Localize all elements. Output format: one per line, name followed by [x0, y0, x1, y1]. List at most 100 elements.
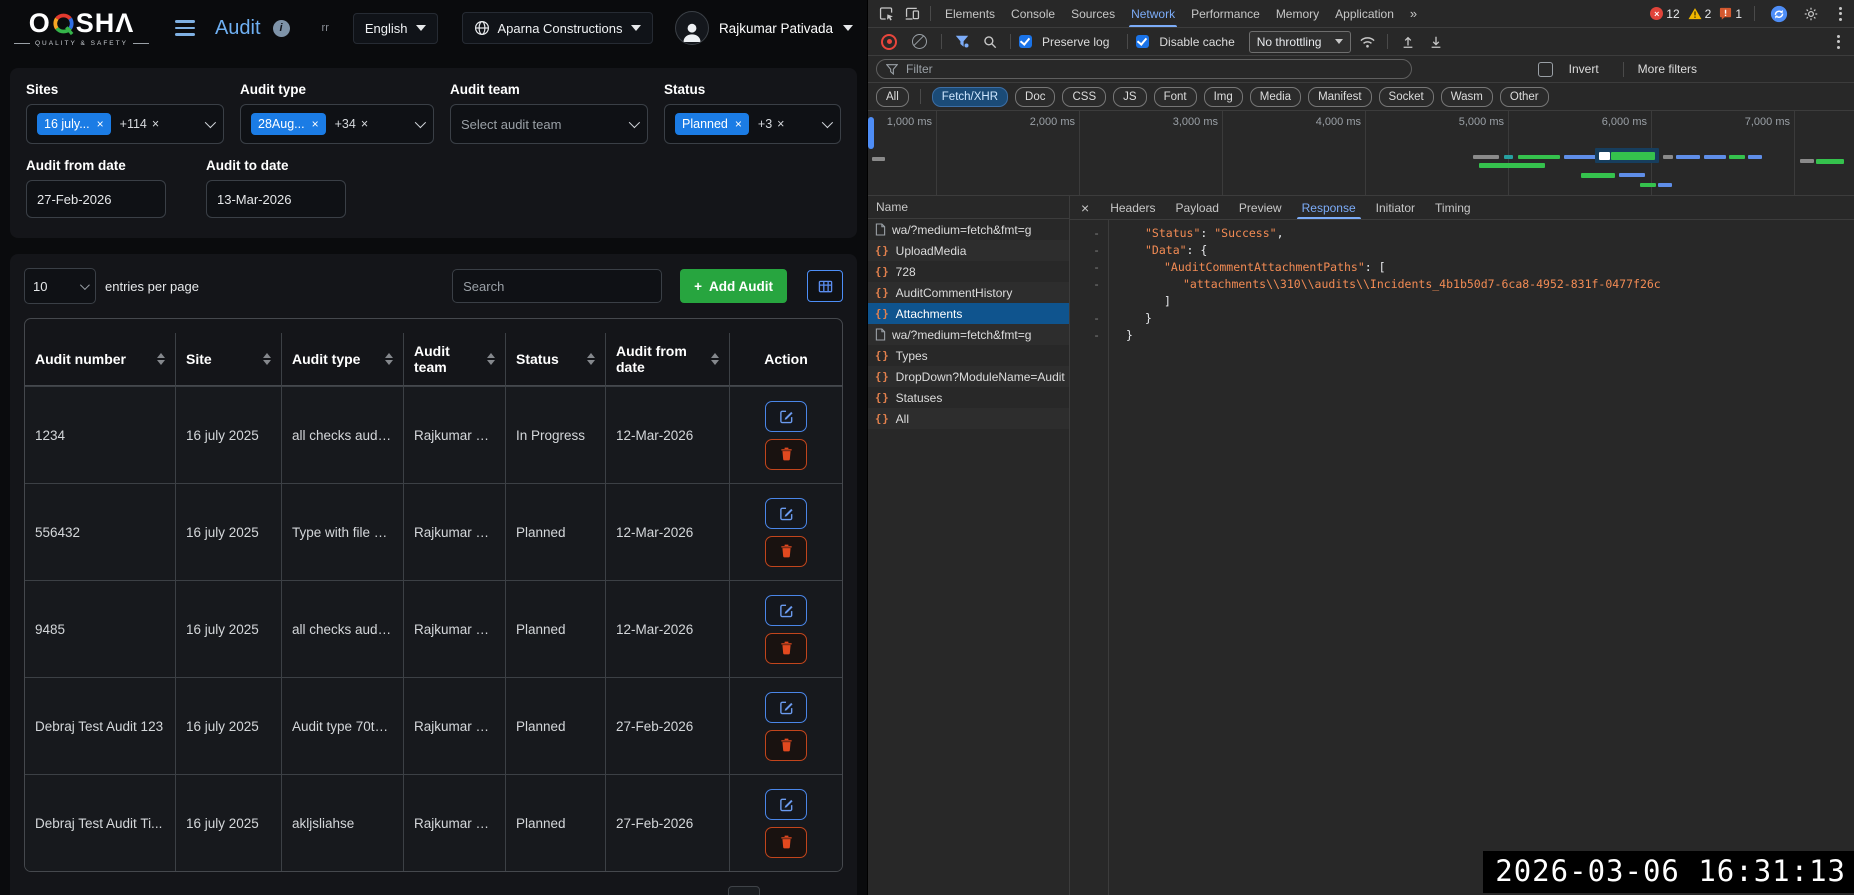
- sync-update-icon[interactable]: [1767, 3, 1791, 25]
- request-filter-chip-css[interactable]: CSS: [1062, 87, 1106, 107]
- request-filter-chip-wasm[interactable]: Wasm: [1441, 87, 1493, 107]
- close-icon[interactable]: ×: [1070, 200, 1100, 216]
- waterfall-bar[interactable]: [1816, 159, 1844, 164]
- fold-marker[interactable]: -: [1070, 259, 1108, 276]
- waterfall-bar[interactable]: [1479, 163, 1545, 168]
- search-icon[interactable]: [978, 31, 1002, 53]
- export-har-icon[interactable]: [1424, 31, 1448, 53]
- devtools-tab-memory[interactable]: Memory: [1268, 0, 1327, 27]
- column-header-site[interactable]: Site: [175, 333, 281, 386]
- from-date-input[interactable]: 27-Feb-2026: [26, 180, 166, 218]
- request-row-uploadmedia[interactable]: {}UploadMedia: [868, 240, 1069, 261]
- filter-funnel-icon[interactable]: [950, 31, 974, 53]
- disable-cache-checkbox[interactable]: [1136, 35, 1149, 48]
- preserve-log-label[interactable]: Preserve log: [1042, 35, 1109, 49]
- throttling-select[interactable]: No throttling: [1249, 31, 1352, 53]
- request-row-statuses[interactable]: {}Statuses: [868, 387, 1069, 408]
- request-filter-chip-socket[interactable]: Socket: [1379, 87, 1434, 107]
- request-filter-chip-font[interactable]: Font: [1154, 87, 1197, 107]
- delete-audit-button[interactable]: [765, 730, 807, 761]
- request-row-wa-medium-fetch-fmt-g[interactable]: wa/?medium=fetch&fmt=g: [868, 324, 1069, 345]
- network-conditions-icon[interactable]: [1355, 31, 1379, 53]
- pagination-page-1[interactable]: 1: [728, 886, 760, 895]
- chip-close-icon[interactable]: ×: [735, 117, 742, 131]
- delete-audit-button[interactable]: [765, 536, 807, 567]
- request-row-dropdown-modulename-audit[interactable]: {}DropDown?ModuleName=Audit: [868, 366, 1069, 387]
- waterfall-bar[interactable]: [1676, 155, 1700, 159]
- name-column-header[interactable]: Name: [868, 196, 1069, 219]
- clear-network-log-icon[interactable]: [912, 34, 927, 49]
- detail-tab-payload[interactable]: Payload: [1166, 196, 1229, 219]
- delete-audit-button[interactable]: [765, 439, 807, 470]
- waterfall-bar[interactable]: [1619, 173, 1645, 177]
- request-row-wa-medium-fetch-fmt-g[interactable]: wa/?medium=fetch&fmt=g: [868, 219, 1069, 240]
- request-row-auditcommenthistory[interactable]: {}AuditCommentHistory: [868, 282, 1069, 303]
- waterfall-bar[interactable]: [1581, 173, 1615, 178]
- request-filter-chip-media[interactable]: Media: [1250, 87, 1301, 107]
- sort-icon[interactable]: [711, 353, 719, 365]
- fold-marker[interactable]: -: [1070, 276, 1108, 293]
- waterfall-bar[interactable]: [1729, 155, 1745, 159]
- fold-marker[interactable]: -: [1070, 242, 1108, 259]
- edit-audit-button[interactable]: [765, 692, 807, 723]
- add-audit-button[interactable]: + Add Audit: [680, 269, 787, 303]
- fold-marker[interactable]: -: [1070, 327, 1108, 344]
- network-overview-timeline[interactable]: 1,000 ms2,000 ms3,000 ms4,000 ms5,000 ms…: [868, 111, 1854, 196]
- more-filters-button[interactable]: More filters: [1638, 62, 1697, 76]
- sort-icon[interactable]: [157, 353, 165, 365]
- device-toolbar-icon[interactable]: [900, 3, 924, 25]
- waterfall-bar[interactable]: [1640, 183, 1656, 187]
- settings-gear-icon[interactable]: [1799, 3, 1823, 25]
- sort-icon[interactable]: [587, 353, 595, 365]
- waterfall-bar[interactable]: [1800, 159, 1814, 163]
- request-filter-chip-manifest[interactable]: Manifest: [1308, 87, 1371, 107]
- request-row-attachments[interactable]: {}Attachments: [868, 303, 1069, 324]
- request-row-all[interactable]: {}All: [868, 408, 1069, 429]
- edit-audit-button[interactable]: [765, 498, 807, 529]
- menu-icon[interactable]: [175, 20, 195, 36]
- devtools-tab-application[interactable]: Application: [1327, 0, 1402, 27]
- edit-audit-button[interactable]: [765, 595, 807, 626]
- waterfall-bar[interactable]: [1599, 152, 1610, 160]
- request-filter-chip-img[interactable]: Img: [1204, 87, 1243, 107]
- column-header-status[interactable]: Status: [505, 333, 605, 386]
- detail-tab-preview[interactable]: Preview: [1229, 196, 1292, 219]
- network-filter-input[interactable]: [904, 61, 1402, 77]
- sort-icon[interactable]: [487, 353, 495, 365]
- request-row-728[interactable]: {}728: [868, 261, 1069, 282]
- waterfall-bar[interactable]: [872, 157, 885, 161]
- info-icon[interactable]: i: [273, 20, 290, 37]
- delete-audit-button[interactable]: [765, 827, 807, 858]
- waterfall-bar[interactable]: [1611, 152, 1655, 160]
- preserve-log-checkbox[interactable]: [1019, 35, 1032, 48]
- to-date-input[interactable]: 13-Mar-2026: [206, 180, 346, 218]
- sort-icon[interactable]: [263, 353, 271, 365]
- request-filter-chip-doc[interactable]: Doc: [1015, 87, 1055, 107]
- more-tabs-button[interactable]: »: [1404, 6, 1423, 21]
- user-menu[interactable]: Rajkumar Pativada: [675, 11, 853, 45]
- detail-tab-response[interactable]: Response: [1292, 196, 1366, 219]
- sort-icon[interactable]: [385, 353, 393, 365]
- column-header-audit-team[interactable]: Audit team: [403, 333, 505, 386]
- audit-team-select[interactable]: Select audit team: [450, 104, 648, 144]
- import-har-icon[interactable]: [1396, 31, 1420, 53]
- devtools-tab-console[interactable]: Console: [1003, 0, 1063, 27]
- waterfall-bar[interactable]: [1473, 155, 1499, 159]
- chip-close-icon[interactable]: ×: [312, 117, 319, 131]
- disable-cache-label[interactable]: Disable cache: [1159, 35, 1234, 49]
- column-settings-button[interactable]: [807, 270, 843, 302]
- invert-label[interactable]: Invert: [1569, 62, 1599, 76]
- request-filter-chip-fetch-xhr[interactable]: Fetch/XHR: [932, 87, 1008, 107]
- fold-marker[interactable]: -: [1070, 225, 1108, 242]
- waterfall-bar[interactable]: [1518, 155, 1560, 159]
- sites-multiselect[interactable]: 16 july...× +114×: [26, 104, 224, 144]
- edit-audit-button[interactable]: [765, 401, 807, 432]
- chip-close-icon[interactable]: ×: [361, 117, 368, 131]
- detail-tab-initiator[interactable]: Initiator: [1366, 196, 1425, 219]
- devtools-tab-network[interactable]: Network: [1123, 0, 1183, 27]
- edit-audit-button[interactable]: [765, 789, 807, 820]
- column-header-audit-from-date[interactable]: Audit from date: [605, 333, 729, 386]
- request-filter-chip-js[interactable]: JS: [1113, 87, 1146, 107]
- waterfall-bar[interactable]: [1748, 155, 1762, 159]
- chip-close-icon[interactable]: ×: [152, 117, 159, 131]
